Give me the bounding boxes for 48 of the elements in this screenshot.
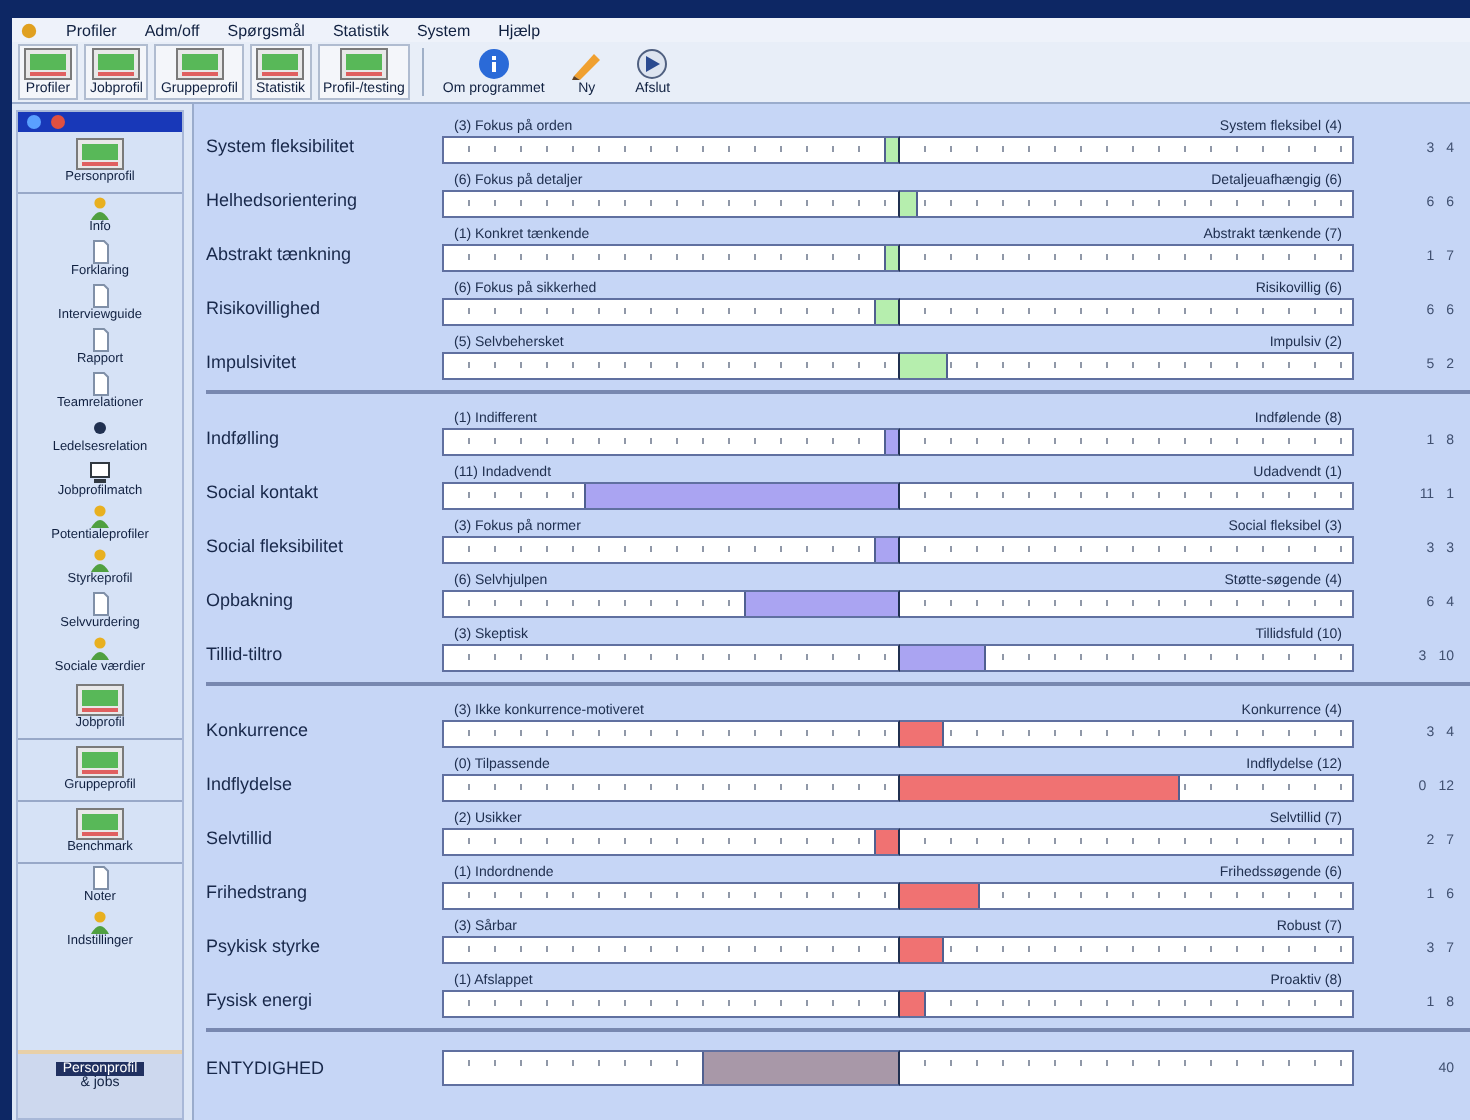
trait-label: Fysisk energi (206, 990, 315, 1014)
person-icon (88, 196, 112, 220)
trait-label: Tillid-tiltro (206, 644, 285, 668)
document-icon (88, 866, 112, 890)
chart-icon (76, 746, 124, 778)
summary-label: ENTYDIGHED (206, 1058, 327, 1078)
trait-label: Selvtillid (206, 828, 275, 852)
dot-icon (88, 416, 112, 440)
trait-label: Impulsivitet (206, 352, 299, 376)
trait-label: Social kontakt (206, 482, 321, 506)
trait-label: Social fleksibilitet (206, 536, 346, 560)
chart-icon (76, 808, 124, 840)
document-icon (88, 328, 112, 352)
chart-icon (76, 138, 124, 170)
dot-icon[interactable] (26, 114, 42, 130)
menu-item[interactable]: Adm/off (144, 21, 200, 39)
monitor-icon (88, 460, 112, 484)
document-icon (88, 240, 112, 264)
menu-item[interactable]: Profiler (66, 21, 117, 39)
person-icon (88, 636, 112, 660)
trait-label: Frihedstrang (206, 882, 310, 906)
menu-item[interactable]: System (416, 21, 471, 39)
person-icon (88, 504, 112, 528)
app-icon (20, 21, 38, 39)
close-icon[interactable] (50, 114, 66, 130)
person-icon (88, 548, 112, 572)
document-icon (88, 284, 112, 308)
menu-item[interactable]: Hjælp (498, 21, 541, 39)
menu-item[interactable]: Spørgsmål (227, 21, 305, 39)
trait-label: Konkurrence (206, 720, 311, 744)
chart-icon (339, 48, 388, 80)
trait-label: Indfølling (206, 428, 282, 452)
trait-label: Opbakning (206, 590, 296, 614)
chart-icon (92, 48, 141, 80)
trait-label: Risikovillighed (206, 298, 323, 322)
person-icon (88, 910, 112, 934)
chart-icon (24, 48, 72, 80)
menu-item[interactable]: Statistik (332, 21, 389, 39)
document-icon (88, 372, 112, 396)
trait-label: System fleksibilitet (206, 136, 357, 160)
trait-label: Abstrakt tænkning (206, 244, 354, 268)
chart-icon (175, 48, 224, 80)
chart-icon (256, 48, 305, 80)
trait-label: Helhedsorientering (206, 190, 360, 214)
chart-icon (76, 684, 124, 716)
trait-label: Psykisk styrke (206, 936, 323, 960)
document-icon (88, 592, 112, 616)
trait-label: Indflydelse (206, 774, 295, 798)
